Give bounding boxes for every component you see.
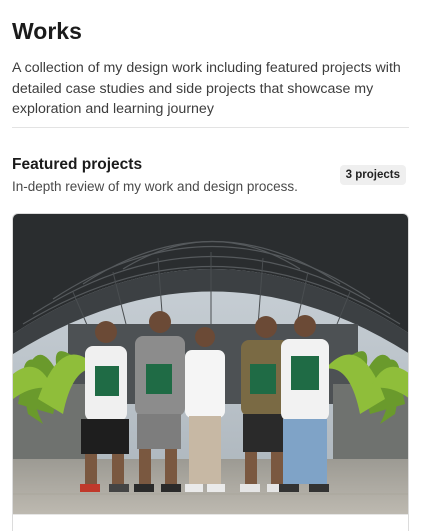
featured-projects-header: Featured projects In-depth review of my …	[12, 155, 409, 197]
project-cover-photo	[13, 214, 408, 514]
project-count-badge: 3 projects	[339, 164, 406, 185]
featured-project-card[interactable]	[12, 213, 409, 531]
divider	[12, 126, 409, 128]
works-page: Works A collection of my design work inc…	[0, 0, 421, 531]
card-footer	[13, 514, 408, 531]
page-description: A collection of my design work including…	[12, 60, 401, 117]
page-title: Works	[12, 18, 82, 44]
